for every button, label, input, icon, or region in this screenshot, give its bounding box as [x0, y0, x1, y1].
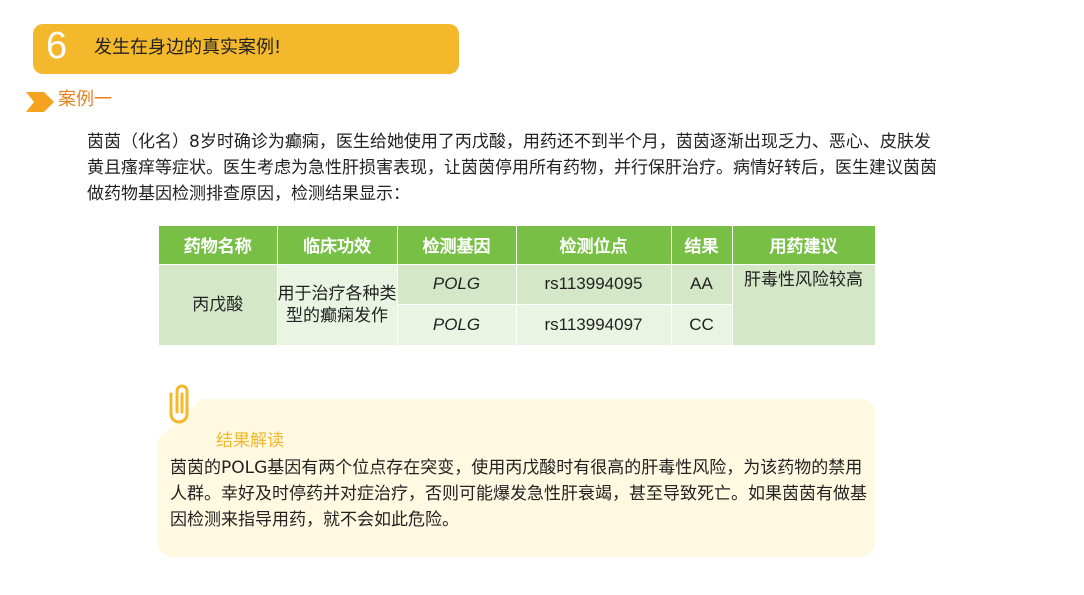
- header-site: 检测位点: [516, 226, 672, 265]
- chevron-arrow-icon: [26, 92, 54, 112]
- table-header-row: 药物名称 临床功效 检测基因 检测位点 结果 用药建议: [159, 226, 876, 265]
- note-title: 结果解读: [216, 431, 284, 451]
- paperclip-icon: [169, 384, 189, 424]
- header-gene: 检测基因: [397, 226, 517, 265]
- advice-cell: 肝毒性风险较高: [732, 264, 876, 346]
- case-label: 案例一: [58, 89, 112, 110]
- note-text: 茵茵的POLG基因有两个位点存在突变，使用丙戊酸时有很高的肝毒性风险，为该药物的…: [170, 458, 867, 530]
- table-row: 丙戊酸 用于治疗各种类型的癫痫发作 POLG rs113994095 AA 肝毒…: [159, 264, 876, 346]
- case-description: 茵茵（化名）8岁时确诊为癫痫，医生给她使用了丙戊酸，用药还不到半个月，茵茵逐渐出…: [87, 132, 937, 204]
- section-header: 6 发生在身边的真实案例!: [33, 24, 459, 74]
- header-drug-name: 药物名称: [159, 226, 278, 265]
- header-result: 结果: [671, 226, 733, 265]
- result-cell: AA: [671, 264, 733, 306]
- drug-name-cell: 丙戊酸: [159, 264, 278, 346]
- efficacy-cell: 用于治疗各种类型的癫痫发作: [277, 264, 398, 346]
- gene-cell: POLG: [397, 304, 517, 346]
- header-efficacy: 临床功效: [277, 226, 398, 265]
- gene-cell: POLG: [397, 264, 517, 306]
- site-cell: rs113994097: [516, 304, 672, 346]
- result-cell: CC: [671, 304, 733, 346]
- header-advice: 用药建议: [732, 226, 876, 265]
- section-title: 发生在身边的真实案例!: [94, 37, 282, 58]
- section-number: 6: [46, 25, 68, 67]
- site-cell: rs113994095: [516, 264, 672, 306]
- gene-test-table: 药物名称 临床功效 检测基因 检测位点 结果 用药建议 丙戊酸 用于治疗各种类型…: [159, 226, 876, 346]
